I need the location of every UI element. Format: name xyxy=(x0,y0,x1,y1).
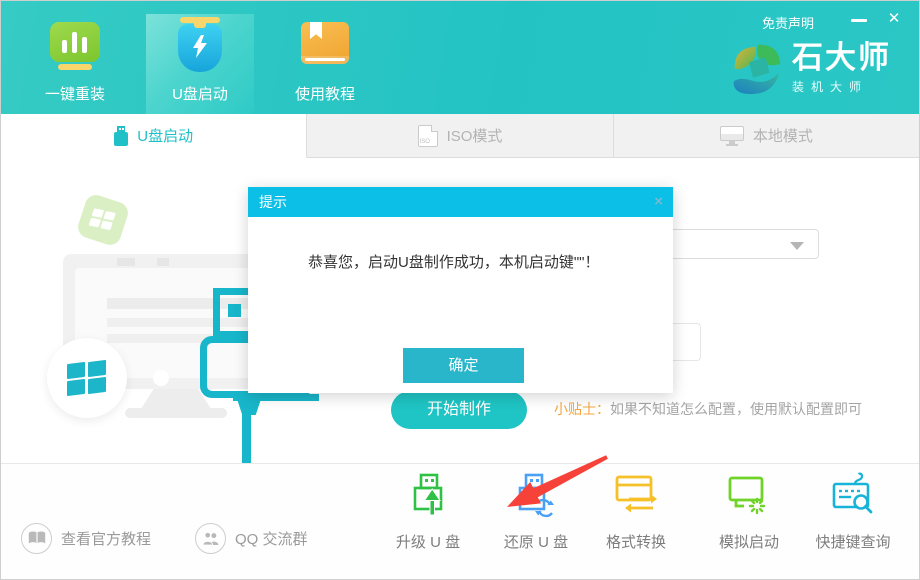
tab-label: U盘启动 xyxy=(137,125,193,146)
tab-label: ISO模式 xyxy=(447,125,503,146)
header-bar: 一键重装 U盘启动 xyxy=(1,1,919,114)
tool-simulate-boot[interactable]: 模拟启动 xyxy=(691,472,807,552)
content-area: 开始制作 小贴士：如果不知道怎么配置，使用默认配置即可 提示 × 恭喜您，启动U… xyxy=(1,158,919,463)
format-convert-icon xyxy=(613,472,659,518)
footer-bar: 查看官方教程 QQ 交流群 xyxy=(1,463,919,580)
footer-tool-label: 模拟启动 xyxy=(719,531,779,552)
qq-group-icon xyxy=(195,523,226,554)
iso-file-icon: ISO xyxy=(418,125,438,147)
footer-link-label: 查看官方教程 xyxy=(61,528,151,549)
tab-local-mode[interactable]: 本地模式 xyxy=(614,114,919,158)
disclaimer-link[interactable]: 免责声明 xyxy=(762,13,814,32)
dialog-message: 恭喜您，启动U盘制作成功，本机启动键""！ xyxy=(308,251,599,272)
footer-tool-label: 快捷键查询 xyxy=(815,531,890,552)
red-arrow-annotation xyxy=(501,451,611,513)
tip-text: 小贴士：如果不知道怎么配置，使用默认配置即可 xyxy=(554,399,862,419)
upgrade-usb-icon xyxy=(405,472,451,518)
success-dialog: 提示 × 恭喜您，启动U盘制作成功，本机启动键""！ 确定 xyxy=(248,187,673,393)
usb-shield-icon xyxy=(172,14,228,76)
tab-usb-boot[interactable]: U盘启动 xyxy=(1,114,307,158)
dialog-close-icon[interactable]: × xyxy=(654,187,663,217)
tool-hotkey-query[interactable]: 快捷键查询 xyxy=(795,472,911,552)
app-window: 一键重装 U盘启动 xyxy=(0,0,920,580)
official-tutorial-link[interactable]: 查看官方教程 xyxy=(21,523,151,554)
brand-logo: 石大师 装机大师 xyxy=(726,39,891,97)
mode-tabbar: U盘启动 ISO ISO模式 本地模式 xyxy=(1,114,919,158)
usb-drive-icon xyxy=(114,126,128,146)
tip-label: 小贴士： xyxy=(554,401,610,417)
dialog-titlebar: 提示 × xyxy=(248,187,673,217)
monitor-icon xyxy=(720,126,744,146)
toolbar-item-usb-boot[interactable]: U盘启动 xyxy=(146,14,254,114)
tab-label: 本地模式 xyxy=(753,125,813,146)
minimize-button[interactable] xyxy=(849,11,871,29)
tab-iso-mode[interactable]: ISO ISO模式 xyxy=(307,114,613,158)
qq-group-link[interactable]: QQ 交流群 xyxy=(195,523,308,554)
footer-tool-label: 格式转换 xyxy=(606,531,666,552)
toolbar-item-tutorial[interactable]: 使用教程 xyxy=(271,14,379,114)
iso-icon-text: ISO xyxy=(420,139,430,145)
toolbar-item-label: 一键重装 xyxy=(45,83,105,104)
hotkey-search-icon xyxy=(830,472,876,518)
windows-logo-badge xyxy=(47,338,127,418)
chevron-down-icon xyxy=(790,242,804,250)
brand-subtitle: 装机大师 xyxy=(792,78,891,95)
ok-button[interactable]: 确定 xyxy=(403,348,524,383)
windows-square-illustration xyxy=(75,192,130,247)
footer-link-label: QQ 交流群 xyxy=(235,528,308,549)
toolbar-item-label: 使用教程 xyxy=(295,83,355,104)
footer-tool-label: 升级 U 盘 xyxy=(396,531,460,552)
brand-name: 石大师 xyxy=(792,41,891,75)
start-make-button[interactable]: 开始制作 xyxy=(391,391,527,429)
toolbar-item-label: U盘启动 xyxy=(172,83,228,104)
tutorial-book-icon xyxy=(21,523,52,554)
brand-swirl-icon xyxy=(726,39,784,97)
simulate-boot-icon xyxy=(726,472,772,518)
dialog-title: 提示 xyxy=(259,187,287,217)
book-icon xyxy=(301,14,349,76)
minimize-icon xyxy=(851,19,867,22)
tool-upgrade-usb[interactable]: 升级 U 盘 xyxy=(370,472,486,552)
toolbar-item-reinstall[interactable]: 一键重装 xyxy=(21,14,129,114)
windows-flag-icon xyxy=(67,361,107,395)
chart-icon xyxy=(49,14,101,76)
footer-tool-label: 还原 U 盘 xyxy=(504,531,568,552)
tip-body: 如果不知道怎么配置，使用默认配置即可 xyxy=(610,401,862,417)
close-button[interactable]: ✕ xyxy=(883,9,905,29)
